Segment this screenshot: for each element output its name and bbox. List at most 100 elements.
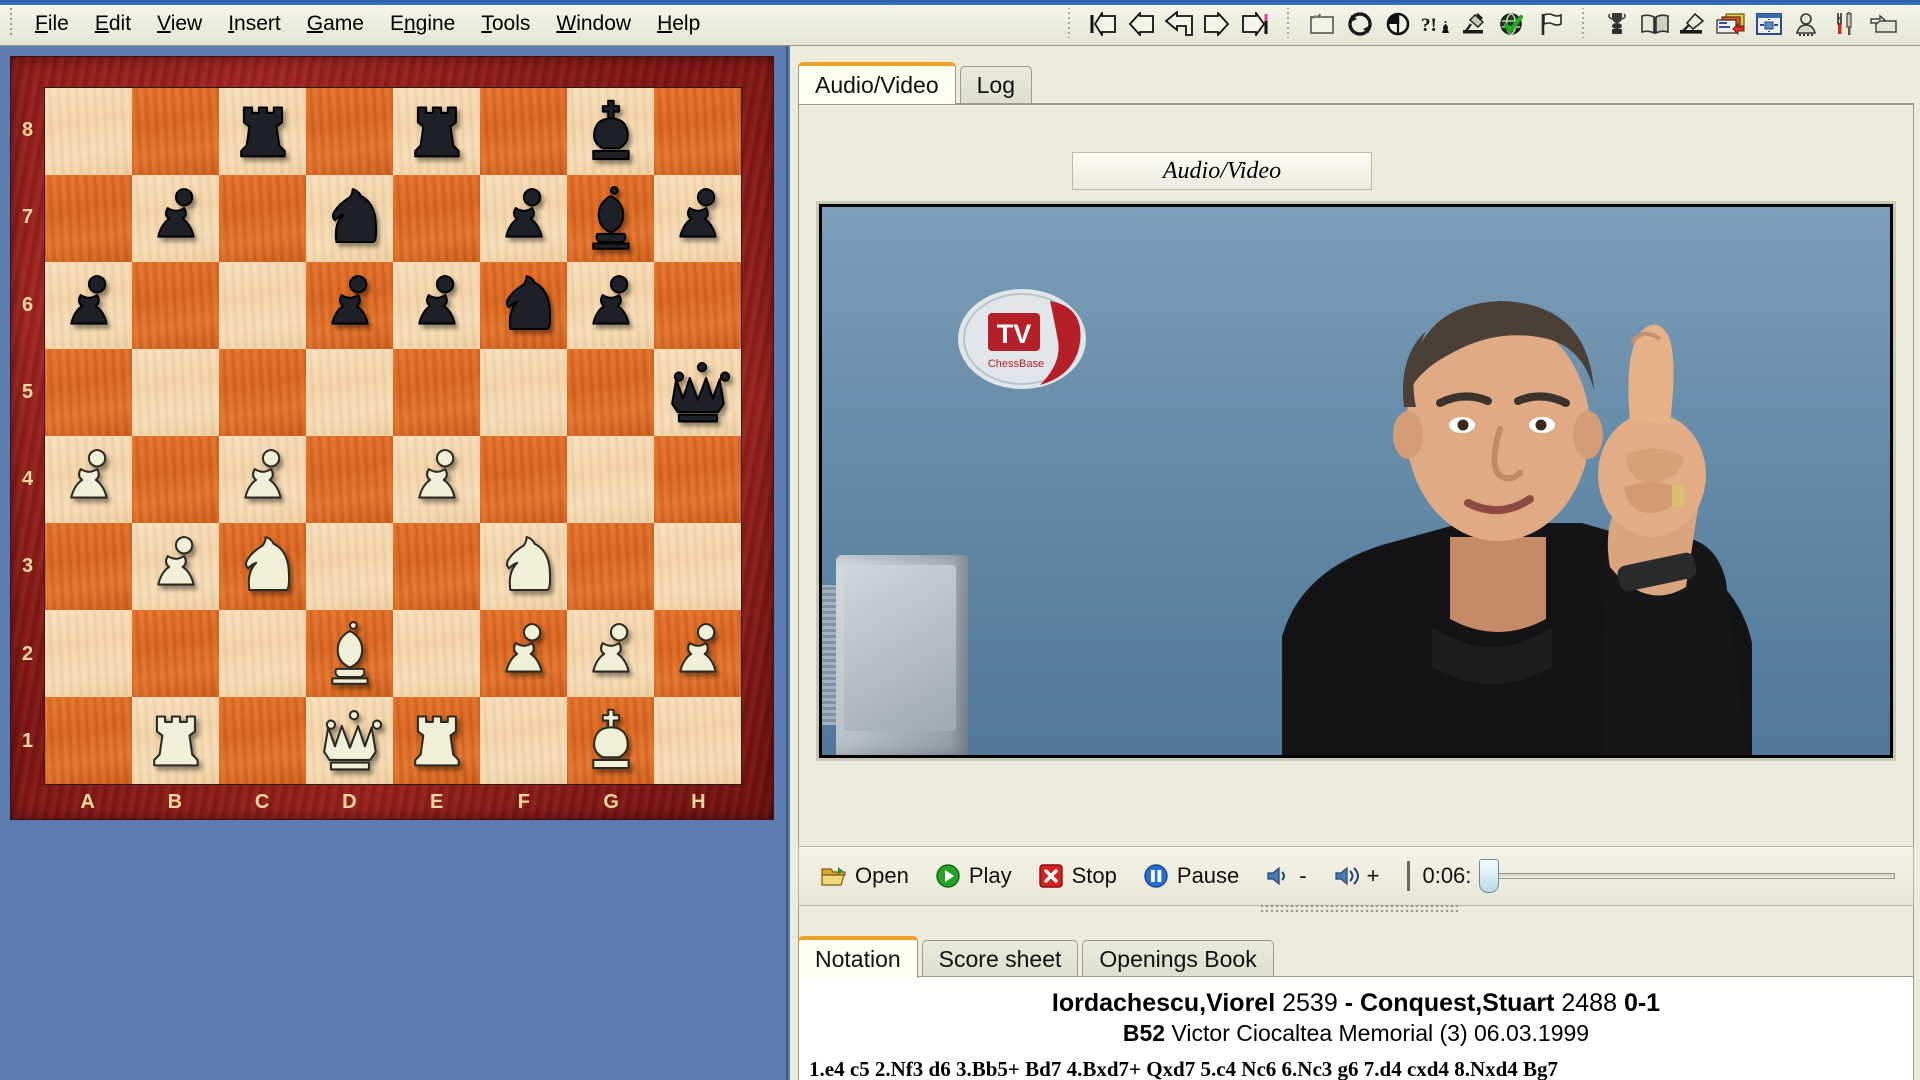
square-h7[interactable]	[654, 175, 741, 262]
piece-bq[interactable]	[664, 359, 732, 427]
piece-wb[interactable]	[316, 620, 384, 688]
square-b2[interactable]	[132, 610, 219, 697]
tab-score-sheet[interactable]: Score sheet	[921, 940, 1079, 978]
square-f8[interactable]	[480, 88, 567, 175]
square-f6[interactable]	[480, 262, 567, 349]
square-h5[interactable]	[654, 349, 741, 436]
piece-wn[interactable]	[490, 533, 558, 601]
square-c8[interactable]	[219, 88, 306, 175]
menu-item-tools[interactable]: Tools	[468, 7, 543, 41]
square-c2[interactable]	[219, 610, 306, 697]
piece-wp[interactable]	[664, 620, 732, 688]
menubar-gripper[interactable]	[7, 7, 16, 38]
pause-button[interactable]: Pause	[1133, 859, 1249, 893]
piece-br[interactable]	[403, 98, 471, 166]
tab-notation[interactable]: Notation	[798, 936, 918, 978]
square-b7[interactable]	[132, 175, 219, 262]
square-g6[interactable]	[567, 262, 654, 349]
square-g3[interactable]	[567, 523, 654, 610]
menu-item-edit[interactable]: Edit	[82, 7, 144, 41]
piece-wr[interactable]	[142, 707, 210, 775]
piece-wp[interactable]	[229, 446, 297, 514]
share-folder-icon[interactable]	[1865, 7, 1901, 41]
square-b6[interactable]	[132, 262, 219, 349]
square-e5[interactable]	[393, 349, 480, 436]
engine-analysis-icon[interactable]	[1675, 7, 1711, 41]
square-h2[interactable]	[654, 610, 741, 697]
openings-book-icon[interactable]	[1637, 7, 1673, 41]
square-a7[interactable]	[45, 175, 132, 262]
square-e3[interactable]	[393, 523, 480, 610]
square-c4[interactable]	[219, 436, 306, 523]
square-a1[interactable]	[45, 697, 132, 784]
piece-bn[interactable]	[316, 185, 384, 253]
square-f2[interactable]	[480, 610, 567, 697]
square-e2[interactable]	[393, 610, 480, 697]
square-b4[interactable]	[132, 436, 219, 523]
square-f7[interactable]	[480, 175, 567, 262]
tab-openings-book[interactable]: Openings Book	[1082, 940, 1274, 978]
menu-item-game[interactable]: Game	[294, 7, 377, 41]
go-to-start-icon[interactable]	[1085, 7, 1121, 41]
square-a5[interactable]	[45, 349, 132, 436]
media-resize-grip[interactable]	[1260, 904, 1460, 912]
replay-icon[interactable]	[1342, 7, 1378, 41]
square-b8[interactable]	[132, 88, 219, 175]
player-profile-icon[interactable]	[1789, 7, 1825, 41]
square-b1[interactable]	[132, 697, 219, 784]
menu-item-view[interactable]: View	[144, 7, 215, 41]
square-e7[interactable]	[393, 175, 480, 262]
square-h4[interactable]	[654, 436, 741, 523]
square-f1[interactable]	[480, 697, 567, 784]
piece-bp[interactable]	[577, 272, 645, 340]
square-g4[interactable]	[567, 436, 654, 523]
square-f5[interactable]	[480, 349, 567, 436]
move-list[interactable]: 1.e4 c5 2.Nf3 d6 3.Bb5+ Bd7 4.Bxd7+ Qxd7…	[799, 1056, 1913, 1080]
globe-check-icon[interactable]	[1494, 7, 1530, 41]
piece-wp[interactable]	[490, 620, 558, 688]
square-e8[interactable]	[393, 88, 480, 175]
board-window-icon[interactable]	[1751, 7, 1787, 41]
flag-icon[interactable]	[1532, 7, 1568, 41]
square-e4[interactable]	[393, 436, 480, 523]
square-d3[interactable]	[306, 523, 393, 610]
open-button[interactable]: Open	[811, 859, 919, 893]
square-d6[interactable]	[306, 262, 393, 349]
square-a6[interactable]	[45, 262, 132, 349]
piece-wq[interactable]	[316, 707, 384, 775]
piece-bb[interactable]	[577, 185, 645, 253]
play-button[interactable]: Play	[925, 859, 1022, 893]
piece-wp[interactable]	[577, 620, 645, 688]
square-c3[interactable]	[219, 523, 306, 610]
seek-slider[interactable]	[1479, 859, 1895, 893]
square-a8[interactable]	[45, 88, 132, 175]
piece-bp[interactable]	[664, 185, 732, 253]
square-c6[interactable]	[219, 262, 306, 349]
square-d2[interactable]	[306, 610, 393, 697]
piece-bp[interactable]	[490, 185, 558, 253]
square-d4[interactable]	[306, 436, 393, 523]
microscope-icon[interactable]	[1456, 7, 1492, 41]
question-mark-icon[interactable]: ?!	[1418, 7, 1454, 41]
piece-bp[interactable]	[316, 272, 384, 340]
piece-bp[interactable]	[403, 272, 471, 340]
square-f3[interactable]	[480, 523, 567, 610]
tools-settings-icon[interactable]	[1827, 7, 1863, 41]
square-b5[interactable]	[132, 349, 219, 436]
square-e6[interactable]	[393, 262, 480, 349]
square-c1[interactable]	[219, 697, 306, 784]
piece-br[interactable]	[229, 98, 297, 166]
square-h8[interactable]	[654, 88, 741, 175]
square-a4[interactable]	[45, 436, 132, 523]
square-b3[interactable]	[132, 523, 219, 610]
menu-item-file[interactable]: File	[22, 7, 82, 41]
database-stack-icon[interactable]	[1713, 7, 1749, 41]
step-forward-icon[interactable]	[1199, 7, 1235, 41]
square-a3[interactable]	[45, 523, 132, 610]
square-h1[interactable]	[654, 697, 741, 784]
square-c7[interactable]	[219, 175, 306, 262]
square-g7[interactable]	[567, 175, 654, 262]
video-player[interactable]: TV ChessBase	[816, 201, 1896, 761]
square-h3[interactable]	[654, 523, 741, 610]
toolbar-separator-1[interactable]	[1065, 7, 1074, 38]
